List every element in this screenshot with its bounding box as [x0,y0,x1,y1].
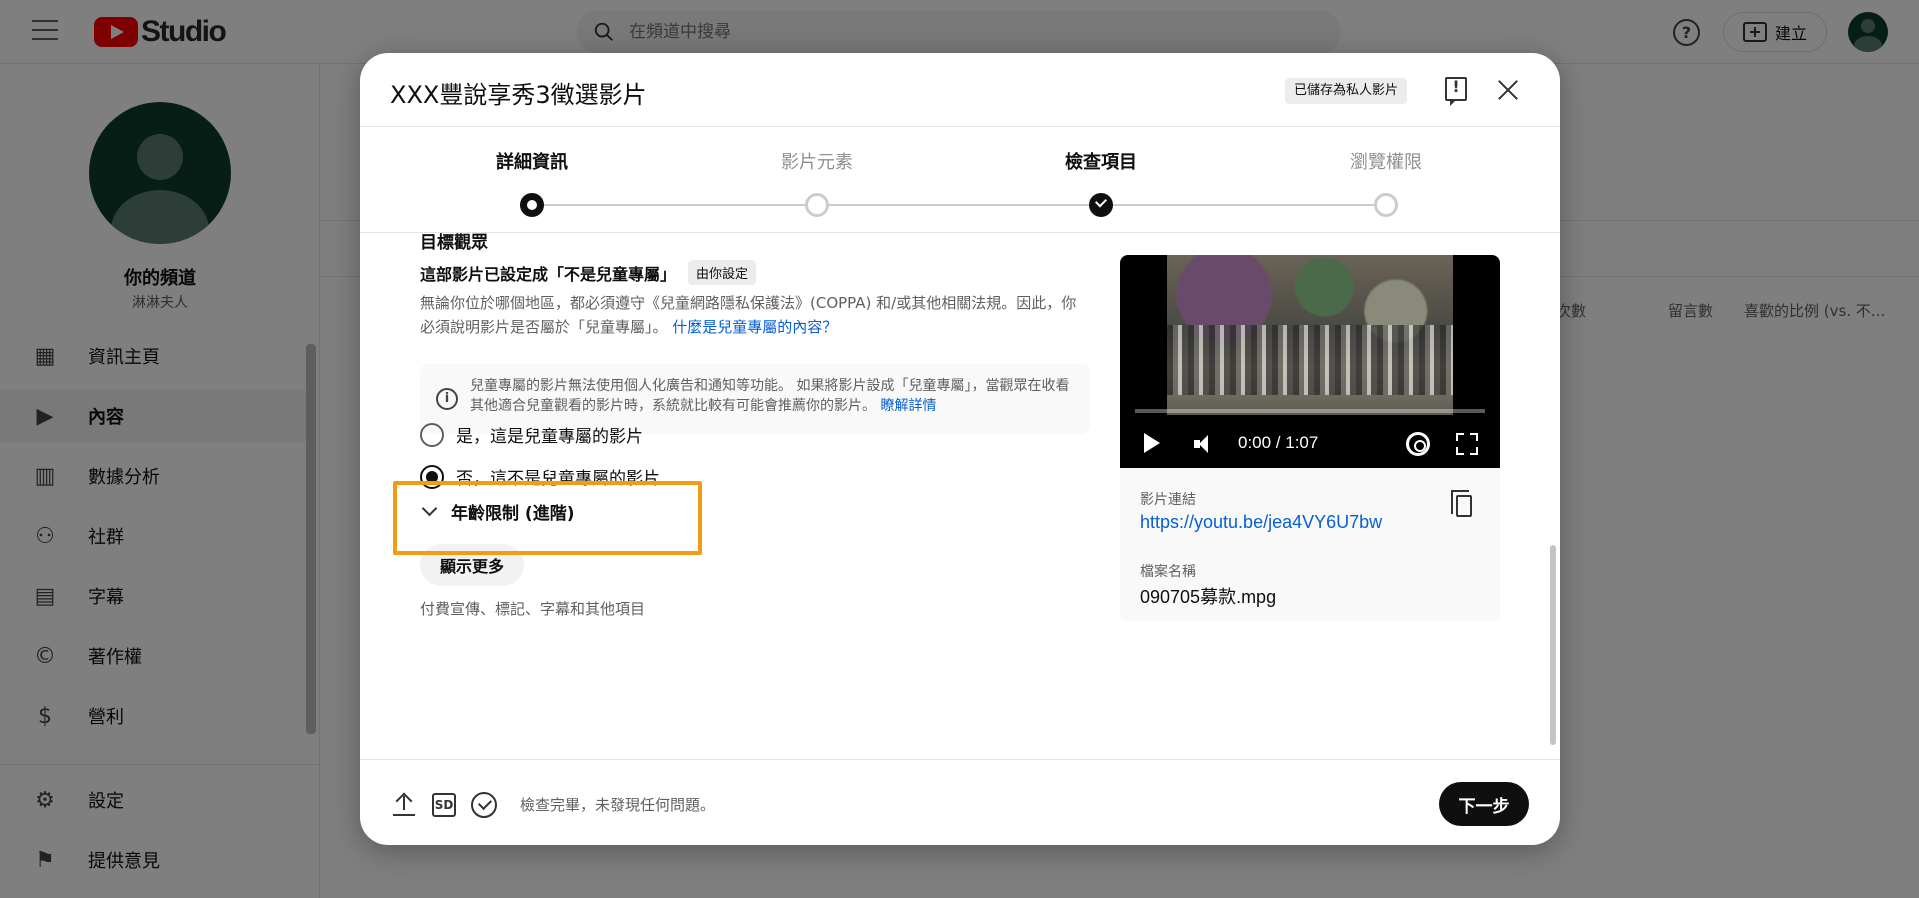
radio-label: 是，這是兒童專屬的影片 [456,427,643,447]
step-visibility[interactable]: 瀏覽權限 [1286,127,1486,217]
step-label: 影片元素 [781,152,853,173]
dialog-title: XXX豐說享秀3徵選影片 [390,81,647,109]
dialog-footer: SD 檢查完畢，未發現任何問題。 下一步 [360,759,1560,845]
upload-dialog: XXX豐說享秀3徵選影片 已儲存為私人影片 詳細資訊 影片元素 檢查項目 瀏覽權… [360,53,1560,845]
step-pending-dot [805,193,829,217]
video-player[interactable]: 0:00 / 1:07 [1120,255,1500,468]
close-icon[interactable] [1495,77,1521,103]
set-by-badge: 由你設定 [688,260,757,285]
stepper-line [532,204,1386,206]
report-issue-icon[interactable] [1445,77,1467,106]
next-button[interactable]: 下一步 [1439,782,1529,826]
fullscreen-icon[interactable] [1456,433,1478,455]
show-more-description: 付費宣傳、標記、字幕和其他項目 [420,600,646,618]
upload-icon-base [393,814,415,816]
check-complete-icon[interactable] [471,792,497,818]
step-label: 檢查項目 [1065,152,1137,173]
sd-quality-icon[interactable]: SD [432,793,456,817]
copy-icon[interactable] [1451,490,1472,517]
made-for-kids-help-link[interactable]: 什麼是兒童專屬的內容？ [672,318,837,336]
step-done-check-icon [1089,193,1113,217]
audience-setting: 這部影片已設定成「不是兒童專屬」 由你設定 [420,260,757,285]
step-video-elements[interactable]: 影片元素 [717,127,917,217]
upload-stepper: 詳細資訊 影片元素 檢查項目 瀏覽權限 [360,127,1560,233]
info-icon: i [436,388,458,410]
filename-value: 090705募款.mpg [1140,587,1277,607]
step-current-dot [520,193,544,217]
step-checks[interactable]: 檢查項目 [1001,127,1201,217]
saved-status-badge: 已儲存為私人影片 [1285,78,1408,104]
video-link-label: 影片連結 [1140,492,1196,508]
filename-label: 檔案名稱 [1140,564,1196,580]
dialog-scrollbar[interactable] [1548,233,1558,755]
scrollbar-thumb[interactable] [1550,545,1556,745]
video-progress-bar[interactable] [1135,409,1485,413]
radio-button[interactable] [420,422,444,447]
kids-info-text: 兒童專屬的影片無法使用個人化廣告和通知等功能。 如果將影片設成「兒童專屬」，當觀… [470,378,1070,414]
step-details[interactable]: 詳細資訊 [432,127,632,217]
upload-icon[interactable] [395,794,413,814]
coppa-description: 無論你位於哪個地區，都必須遵守《兒童網路隱私保護法》(COPPA) 和/或其他相… [420,291,1090,339]
audience-heading: 目標觀眾 [420,233,488,253]
step-label: 詳細資訊 [496,152,568,173]
play-icon[interactable] [1144,433,1160,453]
video-time: 0:00 / 1:07 [1238,433,1319,452]
audience-setting-text: 這部影片已設定成「不是兒童專屬」 [420,264,677,284]
dialog-header: XXX豐說享秀3徵選影片 已儲存為私人影片 [360,53,1560,127]
video-link[interactable]: https://youtu.be/jea4VY6U7bw [1140,512,1382,533]
selection-highlight [393,481,702,555]
gear-icon[interactable] [1406,432,1430,456]
check-status-text: 檢查完畢，未發現任何問題。 [520,796,716,814]
radio-made-for-kids-yes[interactable]: 是，這是兒童專屬的影片 [420,422,643,447]
video-thumbnail-detail [1167,325,1453,395]
step-label: 瀏覽權限 [1350,152,1422,173]
learn-more-link[interactable]: 瞭解詳情 [880,398,936,414]
video-preview-card: 0:00 / 1:07 影片連結 https://youtu.be/jea4VY… [1120,255,1500,621]
step-pending-dot [1374,193,1398,217]
volume-icon[interactable] [1194,435,1216,453]
